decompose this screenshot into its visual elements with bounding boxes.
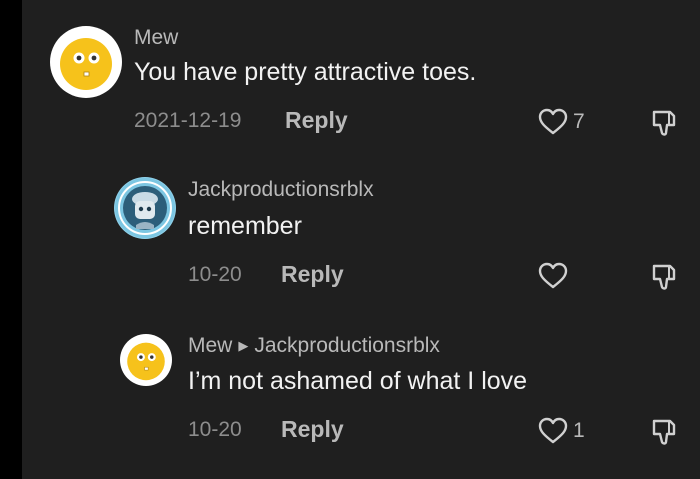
comment-author[interactable]: Mew xyxy=(134,26,178,50)
emoji-face-icon xyxy=(53,29,119,95)
comment-author[interactable]: Jackproductionsrblx xyxy=(188,178,374,202)
thumbs-down-icon xyxy=(652,419,676,445)
heart-icon xyxy=(538,108,568,135)
like-count: 7 xyxy=(573,110,585,133)
author-name[interactable]: Mew xyxy=(188,334,232,357)
roblox-character-icon xyxy=(115,178,175,238)
reply-button[interactable]: Reply xyxy=(281,261,344,288)
comments-panel: Mew You have pretty attractive toes. 202… xyxy=(22,0,700,479)
avatar[interactable] xyxy=(114,177,176,239)
like-button[interactable]: 7 xyxy=(538,108,585,136)
comment-text: I’m not ashamed of what I love xyxy=(188,367,528,395)
reply-button[interactable]: Reply xyxy=(285,107,348,134)
reply-arrow-icon: ▶ xyxy=(238,338,249,353)
heart-icon xyxy=(538,262,568,289)
dislike-button[interactable] xyxy=(650,262,680,292)
avatar[interactable] xyxy=(50,26,122,98)
heart-icon xyxy=(538,417,568,444)
thumbs-down-icon xyxy=(652,264,676,290)
comment-date: 10-20 xyxy=(188,418,242,441)
dislike-button[interactable] xyxy=(650,108,680,138)
reply-to-name[interactable]: Jackproductionsrblx xyxy=(254,334,440,357)
thumbs-down-icon xyxy=(652,110,676,136)
emoji-face-icon xyxy=(122,336,170,384)
comment-text: remember xyxy=(188,212,302,240)
reply-button[interactable]: Reply xyxy=(281,416,344,443)
comment-author[interactable]: Mew ▶ Jackproductionsrblx xyxy=(188,334,440,358)
like-button[interactable]: 1 xyxy=(538,417,585,445)
avatar[interactable] xyxy=(120,334,172,386)
comment-date: 2021-12-19 xyxy=(134,109,242,132)
dislike-button[interactable] xyxy=(650,417,680,447)
comment-date: 10-20 xyxy=(188,263,242,286)
comment-text: You have pretty attractive toes. xyxy=(134,58,477,86)
like-button[interactable] xyxy=(538,262,573,290)
like-count: 1 xyxy=(573,419,585,442)
